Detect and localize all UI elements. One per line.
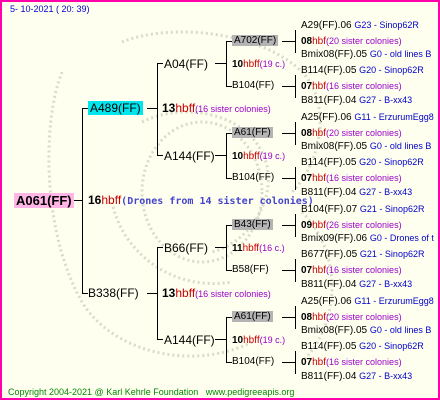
g3-sire[interactable]: B104(FF) xyxy=(232,172,274,184)
g3-drone-info: 10hbff(19 c.) xyxy=(232,59,286,70)
connector-line xyxy=(282,270,295,271)
g3-sire[interactable]: B104(FF) xyxy=(232,356,274,368)
g4-sire[interactable]: B811(FF).04 G27 - B-xx43 xyxy=(301,278,412,291)
connector-line xyxy=(282,86,295,87)
connector-line xyxy=(226,133,227,179)
g4-sire[interactable]: Bmix08(FF).05 G0 - old lines B xyxy=(301,140,431,153)
g4-queen[interactable]: B677(FF).05 G21 - Sinop62R xyxy=(301,248,424,261)
sire-b-queen[interactable]: B338(FF) xyxy=(88,286,139,300)
g4-queen[interactable]: B114(FF).05 G20 - Sinop62R xyxy=(301,340,424,353)
connector-line xyxy=(157,63,163,64)
g2-queen[interactable]: B66(FF) xyxy=(164,241,208,255)
g4-sire[interactable]: B811(FF).04 G27 - B-xx43 xyxy=(301,186,412,199)
g3-queen[interactable]: A61(FF) xyxy=(232,311,273,323)
g4-sire[interactable]: B811(FF).04 G27 - B-xx43 xyxy=(301,370,412,383)
g4-queen[interactable]: B114(FF).05 G20 - Sinop62R xyxy=(301,156,424,169)
footer-copyright: Copyright 2004-2021 @ Karl Kehrle Founda… xyxy=(8,387,295,397)
connector-line xyxy=(295,351,296,374)
g4-drone-info: 08hbf(20 sister colonies) xyxy=(301,128,402,139)
connector-line xyxy=(282,225,295,226)
g4-sire[interactable]: Bmix08(FF).05 G0 - old lines B xyxy=(301,324,431,337)
g4-drone-info: 08hbf(20 sister colonies) xyxy=(301,312,402,323)
connector-line xyxy=(226,317,227,363)
connector-line xyxy=(157,63,158,156)
g3-sire[interactable]: B104(FF) xyxy=(232,80,274,92)
connector-line xyxy=(295,259,296,282)
connector-line xyxy=(157,247,158,340)
g4-queen[interactable]: B104(FF).07 G21 - Sinop62R xyxy=(301,203,424,216)
g4-drone-info: 07hbf(16 sister colonies) xyxy=(301,265,402,276)
connector-line xyxy=(282,41,295,42)
connector-line xyxy=(226,41,227,87)
connector-line xyxy=(295,75,296,98)
connector-line xyxy=(215,247,226,248)
g4-sire[interactable]: Bmix08(FF).05 G0 - old lines B xyxy=(301,48,431,61)
connector-line xyxy=(282,178,295,179)
connector-line xyxy=(215,155,226,156)
connector-line xyxy=(147,108,157,109)
g2-queen[interactable]: A144(FF) xyxy=(164,333,215,347)
g3-queen[interactable]: A702(FF) xyxy=(232,35,279,47)
g4-queen[interactable]: A25(FF).06 G11 - ErzurumEgg8 xyxy=(301,111,434,124)
footer-site-link[interactable]: www.pedigreeapis.org xyxy=(206,387,295,397)
connector-line xyxy=(295,214,296,237)
g3-drone-info: 10hbff(19 c.) xyxy=(232,151,286,162)
connector-line xyxy=(282,317,295,318)
g4-drone-info: 09hbf(26 sister colonies) xyxy=(301,220,402,231)
connector-line xyxy=(295,306,296,329)
connector-line xyxy=(295,30,296,53)
connector-line xyxy=(226,225,227,271)
g4-sire[interactable]: B811(FF).04 G27 - B-xx43 xyxy=(301,94,412,107)
timestamp: 5- 10-2021 ( 20: 39) xyxy=(10,4,90,14)
sire-b-drone-info: 13hbff(16 sister colonies) xyxy=(162,286,271,300)
connector-line xyxy=(157,339,163,340)
g4-queen[interactable]: A25(FF).06 G11 - ErzurumEgg8 xyxy=(301,295,434,308)
connector-line xyxy=(215,339,226,340)
sire-a-queen[interactable]: A489(FF) xyxy=(88,101,143,115)
g4-drone-info: 07hbf(16 sister colonies) xyxy=(301,357,402,368)
g3-queen[interactable]: B43(FF) xyxy=(232,219,273,231)
pedigree-chart: 5- 10-2021 ( 20: 39) A061(FF) 16hbff(Dro… xyxy=(0,0,440,400)
connector-line xyxy=(82,108,83,294)
g3-drone-info: 11hbff(16 c.) xyxy=(232,243,285,254)
connector-line xyxy=(295,122,296,145)
g3-drone-info: 10hbff(19 c.) xyxy=(232,335,286,346)
g2-queen[interactable]: A04(FF) xyxy=(164,57,208,71)
g3-sire[interactable]: B58(FF) xyxy=(232,264,269,276)
g4-queen[interactable]: B114(FF).05 G20 - Sinop62R xyxy=(301,64,424,77)
connector-line xyxy=(157,247,163,248)
g3-queen[interactable]: A61(FF) xyxy=(232,127,273,139)
connector-line xyxy=(282,133,295,134)
connector-line xyxy=(282,362,295,363)
sire-a-drone-info: 13hbff(16 sister colonies) xyxy=(162,101,271,115)
root-queen[interactable]: A061(FF) xyxy=(14,193,74,208)
g4-queen[interactable]: A29(FF).06 G23 - Sinop62R xyxy=(301,19,419,32)
connector-line xyxy=(295,167,296,190)
connector-line xyxy=(157,155,163,156)
g4-drone-info: 07hbf(16 sister colonies) xyxy=(301,81,402,92)
g2-queen[interactable]: A144(FF) xyxy=(164,149,215,163)
g4-drone-info: 08hbf(20 sister colonies) xyxy=(301,36,402,47)
g4-sire[interactable]: Bmix09(FF).06 G0 - Drones of t xyxy=(301,232,434,245)
g4-drone-info: 07hbf(16 sister colonies) xyxy=(301,173,402,184)
connector-line xyxy=(147,293,157,294)
connector-line xyxy=(215,63,226,64)
root-drone-info: 16hbff(Drones from 14 sister colonies) xyxy=(88,193,314,207)
